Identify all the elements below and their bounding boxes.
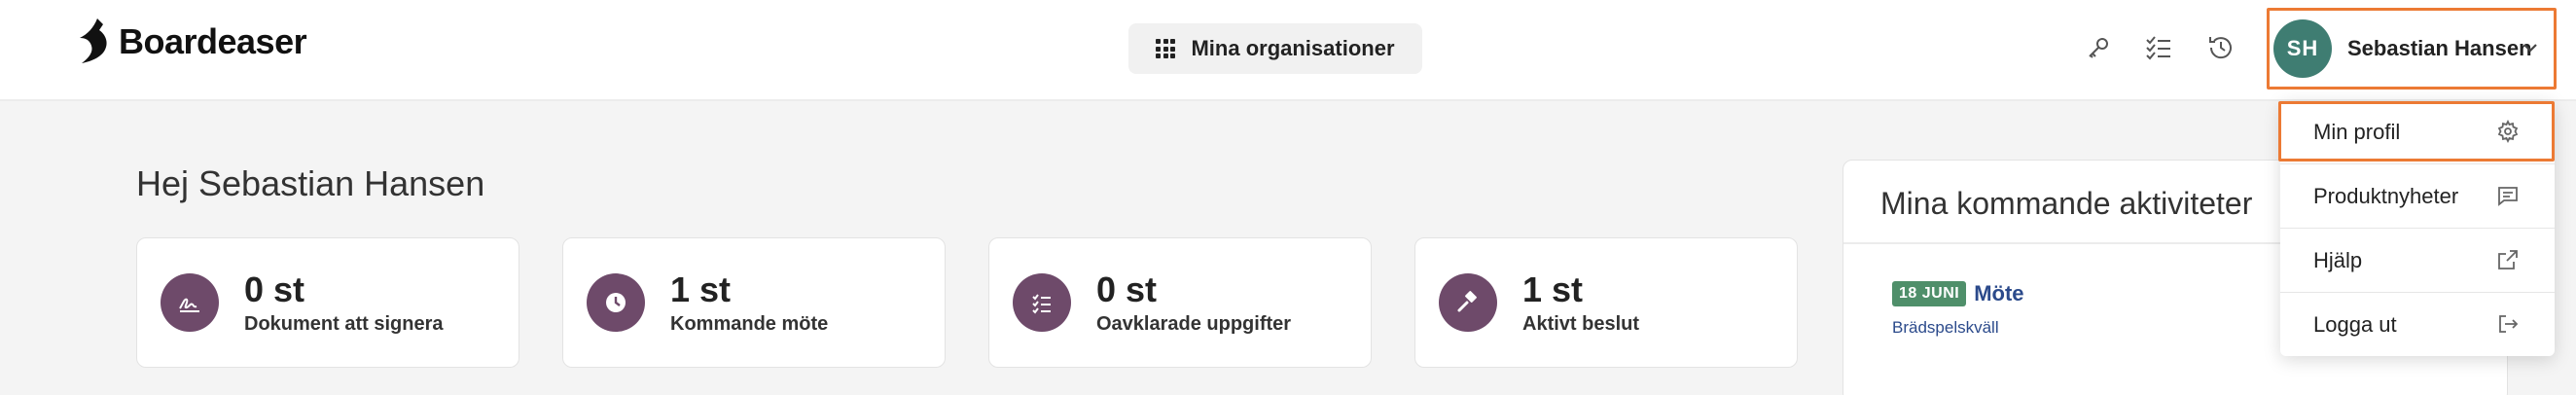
stat-value: 1 st (670, 269, 732, 309)
activities-title: Mina kommande aktiviteter (1880, 186, 2253, 221)
divider (2280, 292, 2555, 293)
stat-value: 0 st (1096, 269, 1158, 309)
stat-label: Dokument att signera (244, 312, 444, 335)
menu-item-logout[interactable]: Logga ut (2280, 294, 2555, 356)
menu-item-label: Produktnyheter (2313, 184, 2459, 208)
divider (2280, 163, 2555, 164)
page-title: Hej Sebastian Hansen (136, 163, 485, 203)
stat-label: Aktivt beslut (1522, 312, 1640, 335)
my-organizations-button[interactable]: Mina organisationer (1128, 23, 1422, 74)
my-organizations-label: Mina organisationer (1191, 36, 1395, 60)
grid-icon (1156, 39, 1176, 58)
signature-icon (161, 273, 219, 332)
gear-icon (2496, 119, 2522, 145)
clock-icon (587, 273, 645, 332)
checklist-icon[interactable] (2142, 31, 2175, 64)
stat-card-decisions[interactable]: 1 st Aktivt beslut (1414, 237, 1798, 368)
stat-card-documents[interactable]: 0 st Dokument att signera (136, 237, 519, 368)
divider (2280, 228, 2555, 229)
stat-card-tasks[interactable]: 0 st Oavklarade uppgifter (988, 237, 1372, 368)
menu-item-product-news[interactable]: Produktnyheter (2280, 165, 2555, 228)
top-bar: Boardeaser Mina organisationer SH Sebast… (0, 0, 2576, 101)
chevron-down-icon (2521, 38, 2540, 57)
message-icon (2496, 184, 2522, 209)
menu-item-label: Min profil (2313, 120, 2401, 144)
menu-item-label: Logga ut (2313, 312, 2397, 337)
history-icon[interactable] (2204, 31, 2237, 64)
user-dropdown-menu: Min profil Produktnyheter Hjälp Logga ut (2280, 101, 2555, 356)
logo-text: Boardeaser (119, 21, 307, 61)
user-menu-button[interactable]: SH Sebastian Hansen (2267, 8, 2557, 90)
logo[interactable]: Boardeaser (76, 18, 307, 66)
menu-item-label: Hjälp (2313, 248, 2363, 272)
stat-card-meetings[interactable]: 1 st Kommande möte (562, 237, 946, 368)
stat-label: Kommande möte (670, 312, 829, 335)
menu-item-help[interactable]: Hjälp (2280, 230, 2555, 292)
key-icon[interactable] (2082, 31, 2115, 64)
activity-name[interactable]: Brädspelskväll (1892, 318, 2024, 338)
external-link-icon (2496, 248, 2522, 273)
activity-item[interactable]: 18 JUNI Möte Brädspelskväll (1892, 281, 2024, 338)
logout-icon (2496, 312, 2522, 338)
stat-value: 1 st (1522, 269, 1584, 309)
gavel-icon (1439, 273, 1497, 332)
boardeaser-logo-icon (80, 18, 107, 63)
menu-item-my-profile[interactable]: Min profil (2280, 101, 2555, 163)
avatar: SH (2273, 19, 2332, 78)
user-name: Sebastian Hansen (2347, 36, 2532, 60)
stat-value: 0 st (244, 269, 305, 309)
task-list-icon (1013, 273, 1071, 332)
date-badge: 18 JUNI (1892, 281, 1967, 306)
activity-type[interactable]: Möte (1974, 281, 2023, 306)
stat-label: Oavklarade uppgifter (1096, 312, 1292, 335)
